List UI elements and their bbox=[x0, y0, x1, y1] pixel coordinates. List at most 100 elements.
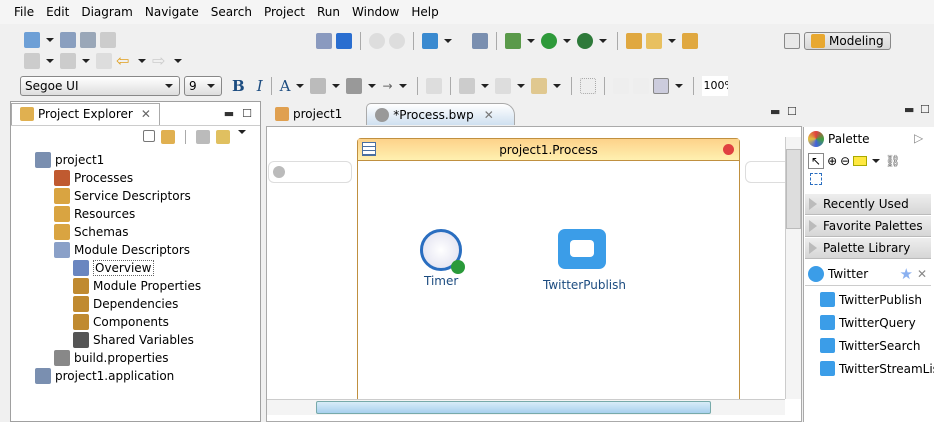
drawer-favorite-palettes[interactable]: Favorite Palettes bbox=[805, 216, 931, 237]
chevron-down-icon[interactable] bbox=[480, 84, 489, 88]
chevron-down-icon[interactable] bbox=[368, 84, 377, 88]
palette-item-twittersearch[interactable]: TwitterSearch bbox=[820, 338, 920, 353]
tree-item[interactable]: Dependencies bbox=[73, 295, 178, 313]
chevron-down-icon[interactable] bbox=[563, 39, 571, 43]
chevron-down-icon[interactable] bbox=[444, 39, 452, 43]
chevron-down-icon[interactable] bbox=[296, 84, 305, 88]
drawer-palette-library[interactable]: Palette Library bbox=[805, 238, 931, 259]
tab-project-explorer[interactable]: Project Explorer ✕ bbox=[11, 102, 160, 125]
align-icon[interactable] bbox=[530, 78, 547, 94]
folder-tool-icon[interactable] bbox=[682, 33, 698, 49]
debug-icon[interactable] bbox=[505, 33, 521, 49]
chevron-down-icon[interactable] bbox=[332, 84, 341, 88]
twitter-publish-label[interactable]: TwitterPublish bbox=[543, 278, 626, 292]
open-perspective-icon[interactable] bbox=[784, 33, 800, 49]
chevron-down-icon[interactable] bbox=[599, 39, 607, 43]
vertical-scrollbar[interactable] bbox=[785, 137, 801, 399]
menu-file[interactable]: File bbox=[8, 5, 40, 19]
tree-item[interactable]: project1 bbox=[35, 151, 104, 169]
close-icon[interactable] bbox=[723, 144, 734, 155]
font-family-select[interactable]: Segoe UI bbox=[20, 76, 180, 96]
ruler-icon[interactable] bbox=[422, 33, 438, 49]
zoom-input[interactable]: 100% bbox=[701, 76, 728, 96]
chevron-down-icon[interactable] bbox=[552, 84, 561, 88]
copy-format-icon[interactable] bbox=[425, 78, 442, 94]
menu-project[interactable]: Project bbox=[258, 5, 311, 19]
collapse-palette-icon[interactable]: ▷ bbox=[914, 131, 923, 145]
menu-edit[interactable]: Edit bbox=[40, 5, 75, 19]
chevron-down-icon[interactable] bbox=[138, 59, 146, 63]
torch-icon[interactable] bbox=[646, 33, 662, 49]
run-icon[interactable] bbox=[541, 33, 557, 49]
select-icon[interactable] bbox=[494, 78, 511, 94]
tree-item[interactable]: Processes bbox=[54, 169, 133, 187]
save-all-icon[interactable] bbox=[80, 32, 96, 48]
drawer-recently-used[interactable]: Recently Used bbox=[805, 194, 931, 215]
horizontal-scrollbar[interactable] bbox=[267, 399, 785, 415]
twitter-publish-icon[interactable] bbox=[558, 229, 606, 269]
close-icon[interactable]: ✕ bbox=[484, 108, 494, 122]
deploy-icon[interactable] bbox=[336, 33, 352, 49]
menu-diagram[interactable]: Diagram bbox=[75, 5, 139, 19]
chevron-down-icon[interactable] bbox=[46, 59, 54, 63]
favorite-star-icon[interactable]: ★ bbox=[899, 265, 912, 283]
chevron-down-icon[interactable] bbox=[516, 84, 525, 88]
tree-item[interactable]: Shared Variables bbox=[73, 331, 194, 349]
view-menu-icon[interactable] bbox=[238, 130, 246, 134]
tree-item[interactable]: Schemas bbox=[54, 223, 129, 241]
tree-item[interactable]: Overview bbox=[73, 259, 154, 277]
close-icon[interactable]: ✕ bbox=[141, 107, 151, 121]
chevron-down-icon[interactable] bbox=[46, 38, 54, 42]
maximize-icon[interactable]: ☐ bbox=[920, 103, 930, 116]
palette-item-twitterpublish[interactable]: TwitterPublish bbox=[820, 292, 922, 307]
maximize-icon[interactable]: ☐ bbox=[787, 105, 797, 118]
link-icon[interactable]: ⛓ bbox=[885, 154, 900, 168]
note-icon[interactable] bbox=[853, 156, 868, 166]
open-folder-icon[interactable] bbox=[626, 33, 642, 49]
zoom-out-icon[interactable]: ⊖ bbox=[840, 154, 850, 168]
router-icon[interactable] bbox=[652, 78, 669, 94]
tree-item[interactable]: Components bbox=[73, 313, 169, 331]
back-arrow-icon[interactable]: ⇦ bbox=[116, 53, 132, 69]
font-size-select[interactable]: 9 bbox=[184, 76, 222, 96]
italic-button[interactable]: I bbox=[257, 77, 263, 95]
arrange-all-icon[interactable] bbox=[458, 78, 475, 94]
tree-item[interactable]: Service Descriptors bbox=[54, 187, 191, 205]
collapse-all-icon[interactable] bbox=[143, 130, 155, 142]
chevron-down-icon[interactable] bbox=[82, 59, 90, 63]
print-icon[interactable] bbox=[100, 32, 116, 48]
bold-button[interactable]: B bbox=[232, 77, 245, 95]
palette-item-twitterquery[interactable]: TwitterQuery bbox=[820, 315, 916, 330]
settings-icon[interactable] bbox=[472, 33, 488, 49]
torch-icon[interactable] bbox=[216, 130, 230, 144]
gears-icon[interactable] bbox=[389, 33, 405, 49]
maximize-icon[interactable]: ☐ bbox=[242, 107, 252, 120]
filter-icon[interactable] bbox=[196, 130, 210, 144]
chevron-down-icon[interactable] bbox=[398, 84, 407, 88]
scroll-thumb[interactable] bbox=[316, 401, 711, 414]
palette-item-twitterstreamlist[interactable]: TwitterStreamList bbox=[820, 361, 934, 376]
minimize-icon[interactable]: ▬ bbox=[224, 107, 234, 120]
chevron-down-icon[interactable] bbox=[668, 39, 676, 43]
tree-item[interactable]: Module Properties bbox=[73, 277, 201, 295]
hide-icon[interactable] bbox=[632, 78, 649, 94]
minimize-icon[interactable]: ▬ bbox=[904, 103, 914, 116]
line-style-icon[interactable]: → bbox=[382, 79, 392, 93]
run-config-icon[interactable] bbox=[577, 33, 593, 49]
menu-navigate[interactable]: Navigate bbox=[139, 5, 205, 19]
process-container[interactable]: project1.Process Timer TwitterPublish bbox=[357, 138, 740, 400]
autosize-icon[interactable] bbox=[579, 78, 596, 94]
menu-help[interactable]: Help bbox=[405, 5, 444, 19]
chevron-down-icon[interactable] bbox=[872, 159, 881, 163]
tab-process-bwp[interactable]: *Process.bwp ✕ bbox=[366, 103, 515, 125]
select-tool-icon[interactable]: ↖ bbox=[808, 153, 825, 169]
menu-run[interactable]: Run bbox=[311, 5, 346, 19]
minimize-icon[interactable]: ▬ bbox=[770, 105, 780, 118]
tree-item[interactable]: project1.application bbox=[35, 367, 174, 385]
timer-label[interactable]: Timer bbox=[424, 274, 458, 288]
new-icon[interactable] bbox=[24, 32, 40, 48]
next-annotation-icon[interactable] bbox=[24, 53, 40, 69]
tree-item[interactable]: build.properties bbox=[54, 349, 169, 367]
chevron-down-icon[interactable] bbox=[527, 39, 535, 43]
line-color-icon[interactable] bbox=[346, 78, 363, 94]
